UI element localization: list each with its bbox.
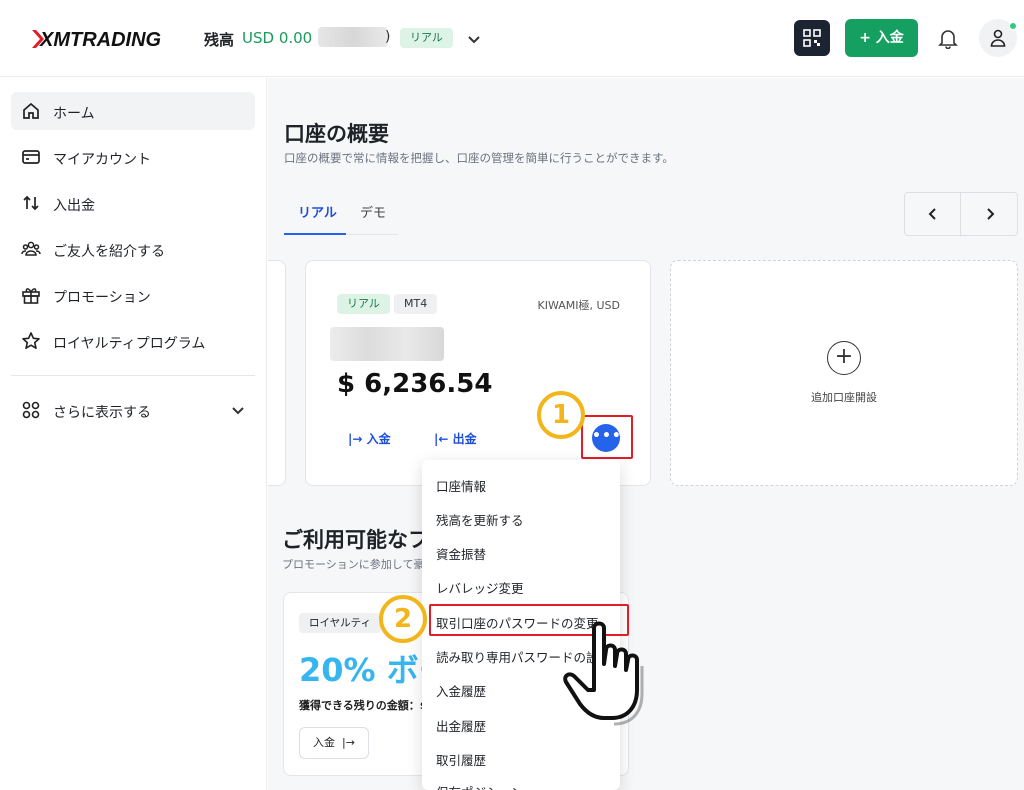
chevron-right-icon <box>987 208 995 220</box>
transfer-icon <box>23 195 39 211</box>
promo-deposit-button[interactable]: 入金 |→ <box>299 727 369 759</box>
withdraw-arrow-icon: |← <box>434 432 453 446</box>
qr-code-icon <box>803 29 821 47</box>
pointing-hand-icon <box>563 621 644 726</box>
account-more-button[interactable]: ••• <box>592 424 621 452</box>
header-deposit-label: 入金 <box>875 30 904 46</box>
page-title: 口座の概要 <box>284 122 389 146</box>
menu-item-open-positions[interactable]: 保有ポジション <box>436 782 524 790</box>
users-icon <box>21 241 41 256</box>
online-status-dot <box>1009 22 1017 30</box>
account-type-chip: リアル <box>337 294 390 314</box>
menu-item-deposit-history[interactable]: 入金履歴 <box>436 681 486 700</box>
menu-item-fund-transfer[interactable]: 資金振替 <box>436 544 486 563</box>
sidebar-item-label: ご友人を紹介する <box>53 244 165 260</box>
chevron-left-icon <box>928 208 936 220</box>
menu-item-account-info[interactable]: 口座情報 <box>436 476 486 495</box>
account-balance: $ 6,236.54 <box>337 369 493 399</box>
platform-chip: MT4 <box>394 294 438 314</box>
promo-chip: ロイヤルティ <box>299 613 382 633</box>
sidebar: ホーム マイアカウント 入出金 ご友人を紹介する プロモーション ロイヤルティプ… <box>0 78 267 790</box>
gift-icon <box>22 288 40 304</box>
carousel-prev-button[interactable] <box>905 193 961 235</box>
tab-divider <box>346 234 398 235</box>
page-description: 口座の概要で常に情報を把握し、口座の管理を簡単に行うことができます。 <box>284 151 674 165</box>
balance-value: USD 0.00 <box>242 29 313 47</box>
previous-account-card <box>268 260 286 486</box>
sidebar-divider <box>11 375 255 376</box>
sidebar-item-home[interactable]: ホーム <box>11 92 255 130</box>
balance-paren: ) <box>385 29 391 45</box>
sidebar-item-label: プロモーション <box>53 290 151 306</box>
menu-item-refresh-balance[interactable]: 残高を更新する <box>436 510 524 529</box>
step2-marker: 2 <box>379 595 427 643</box>
account-withdraw-link[interactable]: |← 出金 <box>434 430 477 447</box>
active-tab-indicator <box>284 233 346 235</box>
top-header: XMTRADING 残高 USD 0.00 ) リアル + 入金 <box>0 0 1024 77</box>
sidebar-item-label: ロイヤルティプログラム <box>53 336 206 352</box>
promo-section-title: ご利用可能なフ <box>282 528 429 552</box>
sidebar-item-label: ホーム <box>53 106 95 122</box>
promo-remaining: 獲得できる残りの金額：$ <box>299 699 428 712</box>
balance-label: 残高 <box>204 31 235 49</box>
step1-marker: 1 <box>537 391 585 439</box>
carousel-pager <box>904 192 1018 236</box>
sidebar-item-label: マイアカウント <box>53 152 151 168</box>
menu-item-withdraw-history[interactable]: 出金履歴 <box>436 716 486 735</box>
xm-logo[interactable]: XMTRADING <box>30 27 170 51</box>
sidebar-item-label: 入出金 <box>53 198 95 214</box>
balance-account-blurred <box>318 27 388 47</box>
home-icon <box>23 102 39 119</box>
sidebar-item-promotion[interactable]: プロモーション <box>11 276 255 314</box>
tab-real[interactable]: リアル <box>298 202 337 221</box>
account-deposit-link[interactable]: |→ 入金 <box>348 430 391 447</box>
qr-code-button[interactable] <box>794 20 830 56</box>
menu-item-trade-history[interactable]: 取引履歴 <box>436 750 486 769</box>
plus-icon: + <box>827 341 861 375</box>
header-deposit-button[interactable]: + 入金 <box>845 19 918 57</box>
add-account-card[interactable]: + 追加口座開設 <box>670 260 1018 486</box>
logo-text: XMTRADING <box>39 29 161 51</box>
account-number-blurred <box>330 327 444 361</box>
account-type-label: KIWAMI極, USD <box>537 299 621 312</box>
sidebar-item-deposit-withdraw[interactable]: 入出金 <box>11 184 255 222</box>
user-icon <box>990 29 1006 47</box>
star-icon <box>22 332 40 349</box>
carousel-next-button[interactable] <box>962 193 1018 235</box>
sidebar-item-loyalty[interactable]: ロイヤルティプログラム <box>11 322 255 360</box>
card-icon <box>22 150 40 164</box>
tab-demo[interactable]: デモ <box>360 202 386 221</box>
sidebar-item-label: さらに表示する <box>53 405 151 421</box>
bell-icon[interactable] <box>937 27 959 49</box>
chevron-down-icon <box>232 407 244 415</box>
chevron-down-icon[interactable] <box>465 30 483 48</box>
plus-icon: + <box>859 30 871 46</box>
add-account-label: 追加口座開設 <box>811 391 877 404</box>
menu-item-change-leverage[interactable]: レバレッジ変更 <box>436 578 524 597</box>
sidebar-item-show-more[interactable]: さらに表示する <box>11 391 255 429</box>
sidebar-item-refer-friend[interactable]: ご友人を紹介する <box>11 230 255 268</box>
sidebar-item-my-account[interactable]: マイアカウント <box>11 138 255 176</box>
deposit-arrow-icon: |→ <box>348 432 367 446</box>
account-type-badge: リアル <box>400 28 453 48</box>
promo-section-description: プロモーションに参加して豪 <box>282 558 425 571</box>
grid-icon <box>22 401 40 419</box>
